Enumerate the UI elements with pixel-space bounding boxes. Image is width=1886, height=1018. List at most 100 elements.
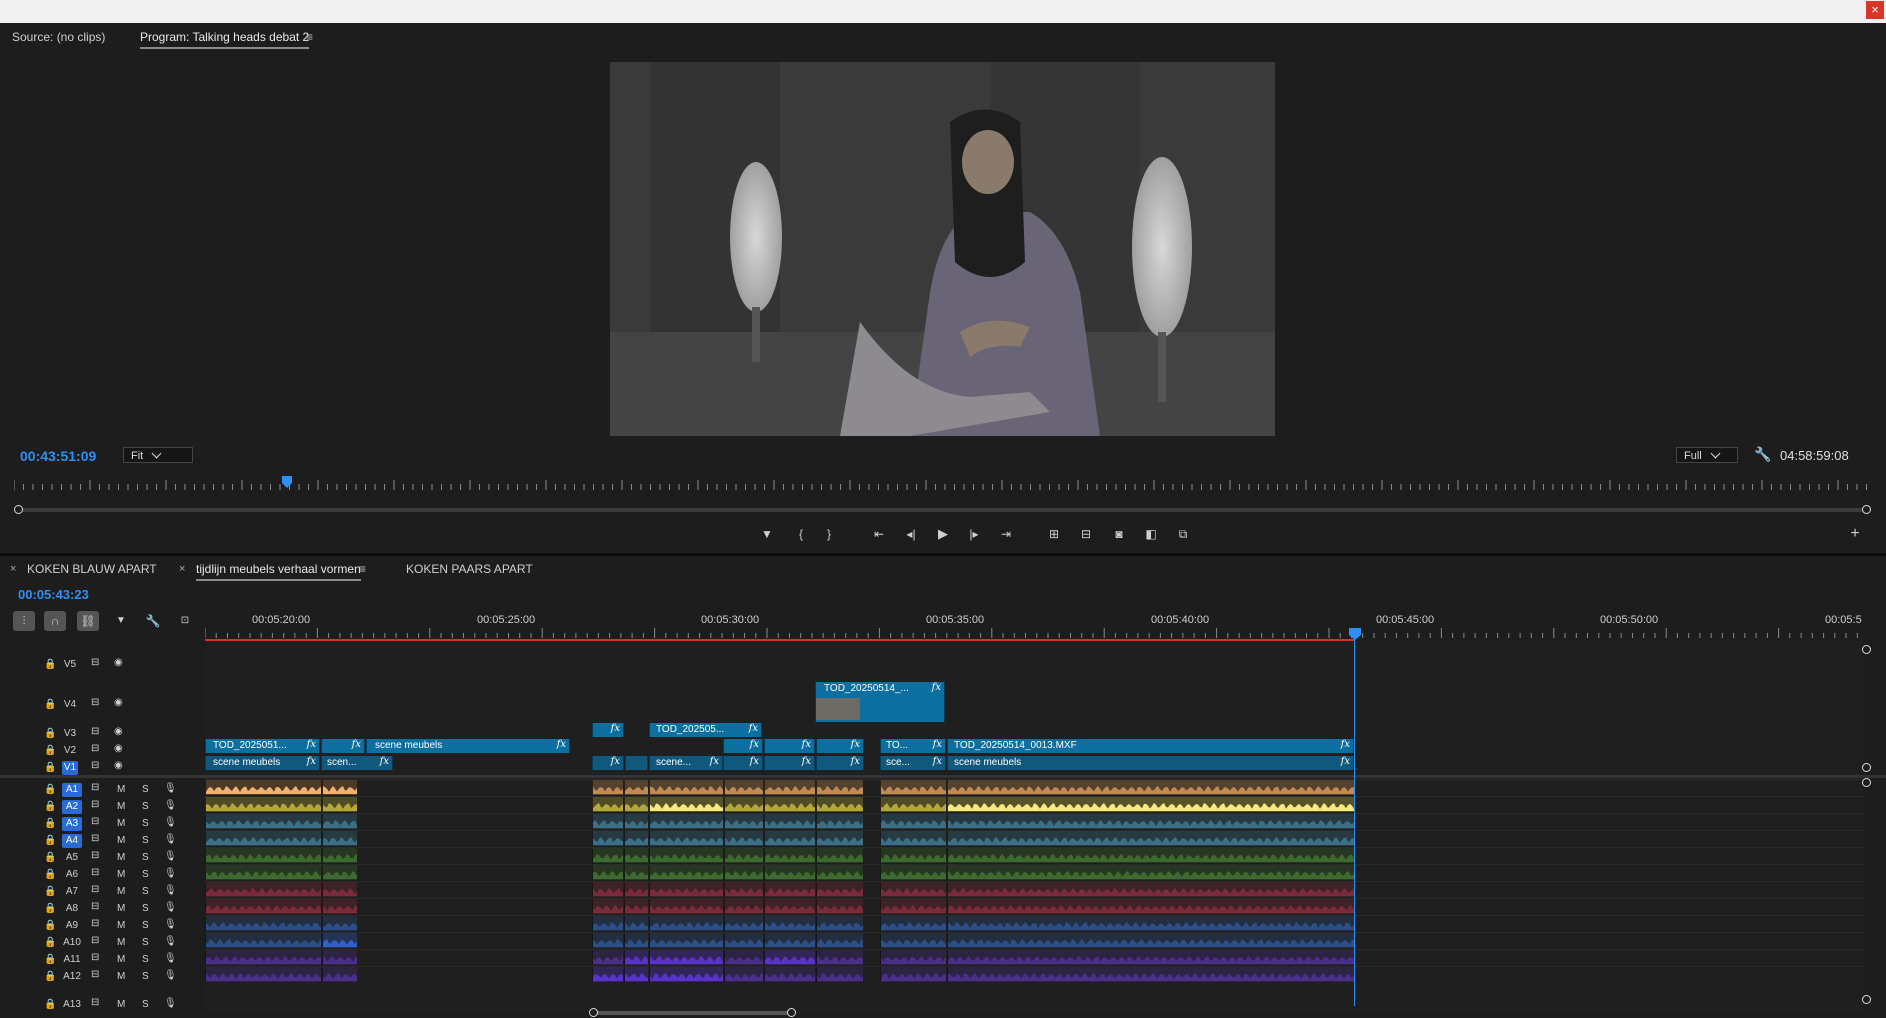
audio-clip[interactable] <box>322 916 357 931</box>
microphone-icon[interactable]: 🎙 <box>164 834 177 845</box>
audio-clip[interactable] <box>649 780 723 795</box>
clip-v1[interactable]: fx <box>816 756 864 770</box>
audio-clip[interactable] <box>322 950 357 965</box>
audio-clip[interactable] <box>322 848 357 863</box>
solo-toggle[interactable]: S <box>142 920 149 931</box>
timeline-current-timecode[interactable]: 00:05:43:23 <box>18 587 89 602</box>
lock-icon[interactable]: 🔒 <box>44 937 56 948</box>
overwrite-icon[interactable]: ⊟ <box>1075 524 1097 544</box>
track-output-icon[interactable]: ⊟ <box>91 952 99 963</box>
audio-clip[interactable] <box>764 899 815 914</box>
audio-clip[interactable] <box>649 967 723 982</box>
audio-clip[interactable] <box>880 814 946 829</box>
linked-selection-icon[interactable]: ⛓ <box>77 611 99 631</box>
audio-clip[interactable] <box>624 933 648 948</box>
mute-toggle[interactable]: M <box>117 869 125 880</box>
lock-icon[interactable]: 🔒 <box>44 762 56 773</box>
scrollbar-left-handle[interactable] <box>589 1008 598 1017</box>
vertical-scroll-handle[interactable] <box>1862 763 1871 772</box>
audio-clip[interactable] <box>880 831 946 846</box>
timeline-ruler[interactable]: 00:05:20:00 00:05:25:00 00:05:30:00 00:0… <box>205 606 1865 642</box>
insert-nest-icon[interactable]: ⫶ <box>13 611 35 631</box>
vertical-scroll-handle[interactable] <box>1862 645 1871 654</box>
audio-clip[interactable] <box>624 916 648 931</box>
audio-clip[interactable] <box>205 967 321 982</box>
audio-clip[interactable] <box>322 865 357 880</box>
scrollbar-right-handle[interactable] <box>1862 505 1871 514</box>
track-name-v3[interactable]: V3 <box>62 727 78 741</box>
audio-clip[interactable] <box>880 882 946 897</box>
audio-clip[interactable] <box>592 916 623 931</box>
add-marker-icon[interactable]: ▼ <box>110 611 132 631</box>
resolution-select[interactable]: Full <box>1676 447 1738 463</box>
mute-toggle[interactable]: M <box>117 886 125 897</box>
mute-toggle[interactable]: M <box>117 971 125 982</box>
audio-clip[interactable] <box>764 780 815 795</box>
audio-clip[interactable] <box>205 814 321 829</box>
microphone-icon[interactable]: 🎙 <box>164 936 177 947</box>
audio-clip[interactable] <box>947 797 1354 812</box>
eye-icon[interactable]: ◉ <box>114 657 123 668</box>
program-zoom-scrollbar[interactable] <box>14 508 1870 512</box>
audio-clip[interactable] <box>205 831 321 846</box>
audio-clip[interactable] <box>947 950 1354 965</box>
clip-v1[interactable]: scene... fx <box>649 756 723 770</box>
track-output-icon[interactable]: ⊟ <box>91 867 99 878</box>
solo-toggle[interactable]: S <box>142 937 149 948</box>
audio-clip[interactable] <box>205 916 321 931</box>
mark-out-icon[interactable]: } <box>818 524 840 544</box>
lock-icon[interactable]: 🔒 <box>44 954 56 965</box>
audio-clip[interactable] <box>205 933 321 948</box>
snap-magnet-icon[interactable]: ∩ <box>44 611 66 631</box>
multi-camera-icon[interactable]: ⧉ <box>1172 524 1194 544</box>
mute-toggle[interactable]: M <box>117 835 125 846</box>
go-to-in-icon[interactable]: ⇤ <box>868 524 890 544</box>
track-output-icon[interactable]: ⊟ <box>91 782 99 793</box>
clip-v4[interactable]: TOD_20250514_... fx <box>815 682 945 722</box>
audio-clip[interactable] <box>764 967 815 982</box>
audio-clip[interactable] <box>764 848 815 863</box>
clip-v1[interactable]: scene meubels fx <box>205 756 320 770</box>
audio-clip[interactable] <box>764 916 815 931</box>
audio-clip[interactable] <box>649 797 723 812</box>
solo-toggle[interactable]: S <box>142 852 149 863</box>
lock-icon[interactable]: 🔒 <box>44 784 56 795</box>
audio-clip[interactable] <box>947 899 1354 914</box>
audio-clip[interactable] <box>649 899 723 914</box>
audio-clip[interactable] <box>816 882 863 897</box>
panel-menu-icon[interactable]: ≡ <box>359 562 366 576</box>
track-output-icon[interactable]: ⊟ <box>91 918 99 929</box>
panel-divider[interactable] <box>0 553 1886 556</box>
eye-icon[interactable]: ◉ <box>114 726 123 737</box>
audio-clip[interactable] <box>880 780 946 795</box>
clip-v1[interactable]: sce... fx <box>880 756 946 770</box>
audio-clip[interactable] <box>816 899 863 914</box>
audio-clip[interactable] <box>816 797 863 812</box>
audio-clip[interactable] <box>764 950 815 965</box>
audio-clip[interactable] <box>624 780 648 795</box>
track-name-a5[interactable]: A5 <box>62 851 82 865</box>
track-output-icon[interactable]: ⊟ <box>91 816 99 827</box>
audio-clip[interactable] <box>649 882 723 897</box>
zoom-level-select[interactable]: Fit <box>123 447 193 463</box>
audio-clip[interactable] <box>880 916 946 931</box>
audio-clip[interactable] <box>649 831 723 846</box>
clip-v1[interactable]: fx <box>764 756 815 770</box>
audio-clip[interactable] <box>816 933 863 948</box>
audio-clip[interactable] <box>624 865 648 880</box>
audio-clip[interactable] <box>592 780 623 795</box>
lock-icon[interactable]: 🔒 <box>44 886 56 897</box>
clip-v1[interactable]: scen... fx <box>321 756 393 770</box>
tab-source[interactable]: Source: (no clips) <box>12 30 105 44</box>
audio-clip[interactable] <box>947 933 1354 948</box>
audio-clip[interactable] <box>947 814 1354 829</box>
audio-clip[interactable] <box>724 950 763 965</box>
solo-toggle[interactable]: S <box>142 971 149 982</box>
solo-toggle[interactable]: S <box>142 999 149 1010</box>
video-audio-divider[interactable] <box>0 775 1886 778</box>
audio-clip[interactable] <box>880 950 946 965</box>
audio-clip[interactable] <box>947 967 1354 982</box>
microphone-icon[interactable]: 🎙 <box>164 953 177 964</box>
captions-icon[interactable]: ⊡ <box>174 611 196 631</box>
timeline-playhead[interactable] <box>1349 627 1361 640</box>
